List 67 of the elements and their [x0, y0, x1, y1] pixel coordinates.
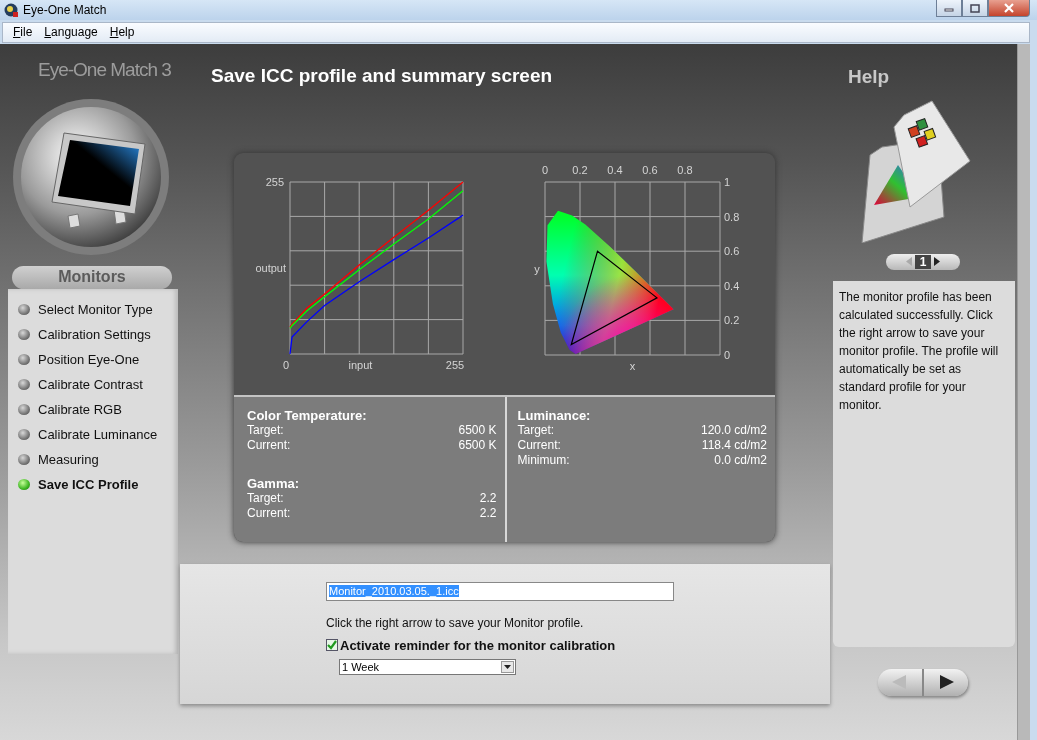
axis-tick-label: 0.4 [724, 279, 740, 292]
axis-tick-label: 255 [265, 175, 284, 188]
step-item[interactable]: Measuring [38, 451, 99, 467]
axis-tick-label: 0.6 [724, 245, 740, 258]
maximize-button[interactable] [962, 0, 988, 17]
step-item[interactable]: Save ICC Profile [38, 476, 139, 492]
stat-label: Target: [247, 490, 284, 506]
app-icon [4, 2, 18, 17]
axis-tick-label: 0 [724, 348, 731, 361]
page-title: Save ICC profile and summary screen [211, 63, 553, 88]
stat-label: Current: [247, 437, 291, 453]
stat-value: 2.2 [479, 505, 497, 521]
axis-tick-label: 0.8 [677, 163, 693, 176]
monitor-icon [12, 97, 170, 256]
menu-item[interactable]: Help [103, 25, 141, 40]
app-logo: Eye-One Match 3 [38, 58, 171, 81]
close-button[interactable] [988, 0, 1030, 17]
window-title: Eye-One Match [23, 2, 107, 17]
left-triangle-icon [892, 675, 908, 690]
stat-label: Current: [517, 437, 561, 453]
axis-title: x [629, 359, 636, 372]
menu-item[interactable]: File [7, 25, 39, 40]
step-item[interactable]: Calibrate RGB [38, 401, 122, 417]
axis-tick-label: 0 [282, 358, 290, 371]
section-heading: Color Temperature: [247, 407, 368, 423]
step-item[interactable]: Calibrate Contrast [38, 376, 143, 392]
axis-tick-label: 0.4 [607, 163, 623, 176]
axis-title: y [534, 262, 540, 275]
next-page-icon[interactable] [934, 257, 941, 267]
page-number: 1 [914, 254, 932, 269]
checkbox-label: Activate reminder for the monitor calibration [340, 637, 616, 653]
stat-value: 120.0 cd/m2 [700, 422, 767, 438]
section-header: Monitors [12, 265, 172, 289]
reminder-checkbox[interactable] [326, 639, 338, 652]
stat-label: Target: [517, 422, 555, 438]
instruction-text: Click the right arrow to save your Monitor profile. [326, 615, 584, 630]
axis-tick-label: 1 [724, 175, 731, 188]
axis-title: output [255, 261, 286, 274]
interval-dropdown[interactable]: 1 Week [339, 658, 516, 675]
step-item[interactable]: Position Eye-One [38, 351, 140, 367]
stat-value: 6500 K [458, 437, 497, 453]
step-item[interactable]: Calibration Settings [38, 326, 151, 342]
help-text: The monitor profile has been calculated successfully. Click the right arrow to save your monitor profile. The profile will automatically be set as standard profile for your monitor. [833, 280, 1015, 647]
help-title: Help [848, 64, 890, 89]
stat-value: 0.0 cd/m2 [714, 452, 767, 468]
stat-label: Target: [247, 422, 284, 438]
stat-value: 6500 K [458, 422, 497, 438]
axis-title: input [348, 358, 373, 371]
step-item[interactable]: Select Monitor Type [38, 301, 153, 317]
axis-tick-label: 0.6 [642, 163, 658, 176]
stat-value: 118.4 cd/m2 [701, 437, 767, 453]
axis-tick-label: 0.2 [724, 314, 740, 327]
stat-label: Minimum: [517, 452, 570, 468]
minimize-button[interactable] [936, 0, 962, 17]
axis-tick-label: 0.2 [572, 163, 588, 176]
stat-value: 2.2 [479, 490, 497, 506]
axis-tick-label: 0 [541, 163, 549, 176]
stat-label: Current: [247, 505, 291, 521]
section-heading: Luminance: [517, 407, 592, 423]
close-icon [1003, 3, 1015, 13]
right-triangle-icon [938, 675, 954, 690]
axis-tick-label: 255 [445, 358, 465, 371]
axis-tick-label: 0.8 [724, 210, 740, 223]
section-heading: Gamma: [247, 475, 301, 491]
maximize-icon [970, 3, 980, 13]
step-item[interactable]: Calibrate Luminance [38, 426, 158, 442]
menu-item[interactable]: Language [38, 25, 104, 40]
